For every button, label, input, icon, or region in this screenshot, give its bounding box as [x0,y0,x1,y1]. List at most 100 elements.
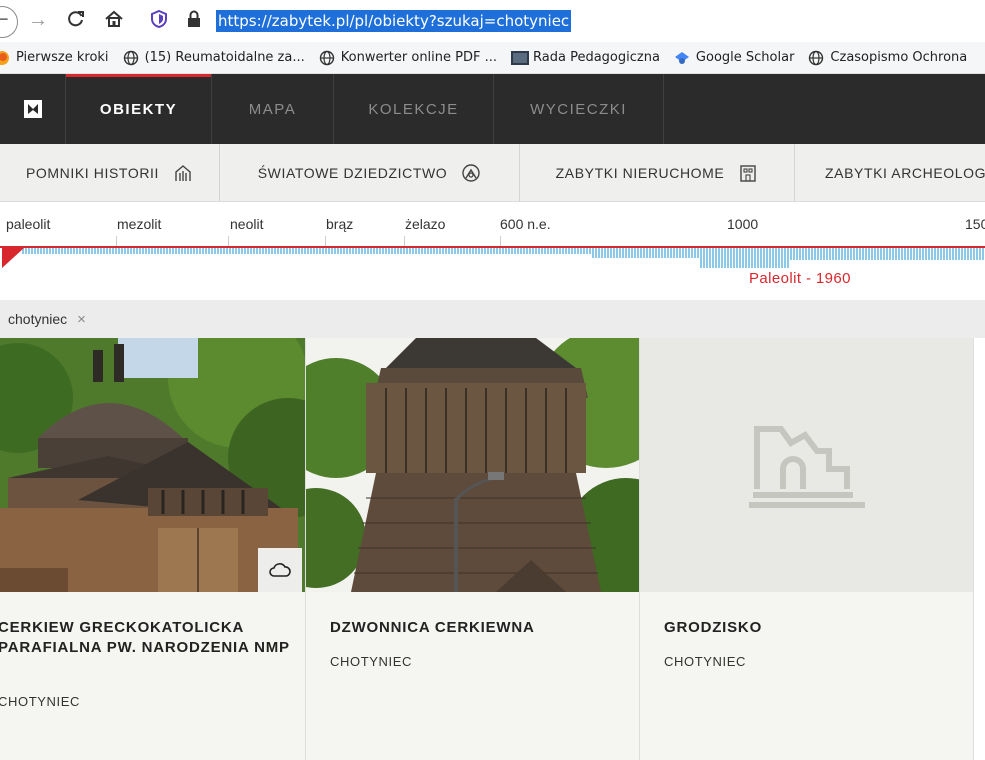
timeline-histogram-bar [961,248,963,260]
timeline-range-label: Paleolit - 1960 [749,270,851,287]
timeline-histogram-bar [469,248,471,254]
site-navigation: OBIEKTY MAPA KOLEKCJE WYCIECZKI [0,74,985,144]
bookmark-item[interactable]: Konwerter online PDF ... [319,50,497,66]
timeline-histogram-bar [229,248,231,254]
forward-icon[interactable]: → [28,9,48,31]
timeline-histogram-bar [724,248,726,268]
nav-item-obiekty[interactable]: OBIEKTY [66,74,212,144]
timeline-histogram-bar [472,248,474,254]
timeline-start-handle[interactable] [2,248,24,270]
timeline-tick [325,236,326,246]
timeline-filter[interactable]: paleolit mezolit neolit brąz żelazo 600 … [0,202,985,300]
timeline-histogram-bar [313,248,315,254]
timeline-histogram-bar [331,248,333,254]
timeline-histogram-bar [931,248,933,260]
nav-item-wycieczki[interactable]: WYCIECZKI [494,74,664,144]
timeline-histogram-bar [919,248,921,260]
timeline-histogram-bar [511,248,513,254]
card-place: CHOTYNIEC [330,654,412,669]
timeline-histogram-bar [214,248,216,254]
timeline-histogram-bar [406,248,408,254]
timeline-histogram-bar [70,248,72,254]
timeline-histogram-bar [964,248,966,260]
result-card[interactable]: CERKIEW GRECKOKATOLICKA PARAFIALNA PW. N… [0,338,306,760]
filter-chip-label: chotyniec [8,311,68,327]
timeline-histogram-bar [928,248,930,260]
remove-filter-icon[interactable]: × [77,311,86,328]
timeline-histogram-bar [688,248,690,258]
timeline-histogram-bar [652,248,654,258]
timeline-histogram-bar [73,248,75,254]
category-pomniki-historii[interactable]: POMNIKI HISTORII [0,144,220,202]
timeline-histogram-bar [52,248,54,254]
timeline-histogram-bar [361,248,363,254]
bookmark-page-icon [511,50,530,66]
timeline-histogram-bar [802,248,804,260]
timeline-histogram-bar [562,248,564,254]
timeline-histogram-bar [775,248,777,268]
tracking-protection-icon[interactable] [150,9,168,34]
timeline-histogram-bar [745,248,747,268]
timeline-histogram-bar [49,248,51,254]
home-icon[interactable] [104,9,124,34]
timeline-label: żelazo [405,216,446,232]
bookmark-label: Rada Pedagogiczna [533,50,660,65]
timeline-histogram-bar [838,248,840,260]
timeline-histogram-bar [304,248,306,254]
timeline-histogram-bar [640,248,642,258]
timeline-histogram-bar [499,248,501,254]
timeline-label: mezolit [117,216,162,232]
timeline-histogram-bar [883,248,885,260]
timeline-histogram-bar [538,248,540,254]
bookmark-item[interactable]: Czasopismo Ochrona [808,50,967,66]
timeline-histogram-bar [340,248,342,254]
nav-item-kolekcje[interactable]: KOLEKCJE [334,74,494,144]
timeline-histogram-bar [823,248,825,260]
timeline-histogram-bar [778,248,780,268]
timeline-histogram-bar [853,248,855,260]
timeline-histogram-bar [109,248,111,254]
result-card[interactable]: DZWONNICA CERKIEWNA CHOTYNIEC [306,338,640,760]
timeline-histogram-bar [721,248,723,268]
category-swiatowe-dziedzictwo[interactable]: ŚWIATOWE DZIEDZICTWO [220,144,520,202]
timeline-histogram-bar [565,248,567,254]
timeline-histogram-bar [637,248,639,258]
timeline-histogram-bar [799,248,801,260]
lock-icon[interactable] [186,9,202,34]
bookmark-item[interactable]: Pierwsze kroki [0,50,109,66]
timeline-label: paleolit [6,216,51,232]
timeline-histogram-bar [895,248,897,260]
browser-toolbar: − → https://zabytek.pl/pl/obiekty?szukaj… [0,0,985,42]
timeline-histogram-bar [892,248,894,260]
timeline-histogram-bar [790,248,792,260]
timeline-histogram-bar [913,248,915,260]
timeline-tick [500,236,501,246]
timeline-tick [228,236,229,246]
category-zabytki-archeologiczne[interactable]: ZABYTKI ARCHEOLOG [795,144,985,202]
site-logo[interactable] [0,74,66,144]
timeline-histogram-bar [208,248,210,254]
card-title[interactable]: CERKIEW GRECKOKATOLICKA PARAFIALNA PW. N… [0,618,298,658]
address-bar-url[interactable]: https://zabytek.pl/pl/obiekty?szukaj=cho… [216,10,572,32]
timeline-histogram-bar [655,248,657,258]
nav-item-mapa[interactable]: MAPA [212,74,334,144]
card-title[interactable]: DZWONNICA CERKIEWNA [330,618,620,638]
timeline-histogram-bar [559,248,561,254]
category-label: ZABYTKI NIERUCHOME [555,165,725,181]
back-arrow-icon[interactable]: − [0,8,9,30]
reload-icon[interactable] [66,9,86,34]
timeline-histogram-bar [220,248,222,254]
bookmark-item[interactable]: (15) Reumatoidalne za... [123,50,305,66]
category-zabytki-nieruchome[interactable]: ZABYTKI NIERUCHOME [520,144,795,202]
timeline-histogram-bar [400,248,402,254]
timeline-histogram-bar [136,248,138,254]
timeline-histogram-bar [262,248,264,254]
bookmark-item[interactable]: Rada Pedagogiczna [511,50,660,66]
card-title[interactable]: GRODZISKO [664,618,954,638]
timeline-histogram-bar [625,248,627,258]
bookmark-item[interactable]: Google Scholar [674,50,794,66]
result-card[interactable]: GRODZISKO CHOTYNIEC [640,338,974,760]
wooden-bell-tower-photo [306,338,639,592]
timeline-histogram-bar [967,248,969,260]
cloud-3d-button[interactable] [258,548,302,592]
